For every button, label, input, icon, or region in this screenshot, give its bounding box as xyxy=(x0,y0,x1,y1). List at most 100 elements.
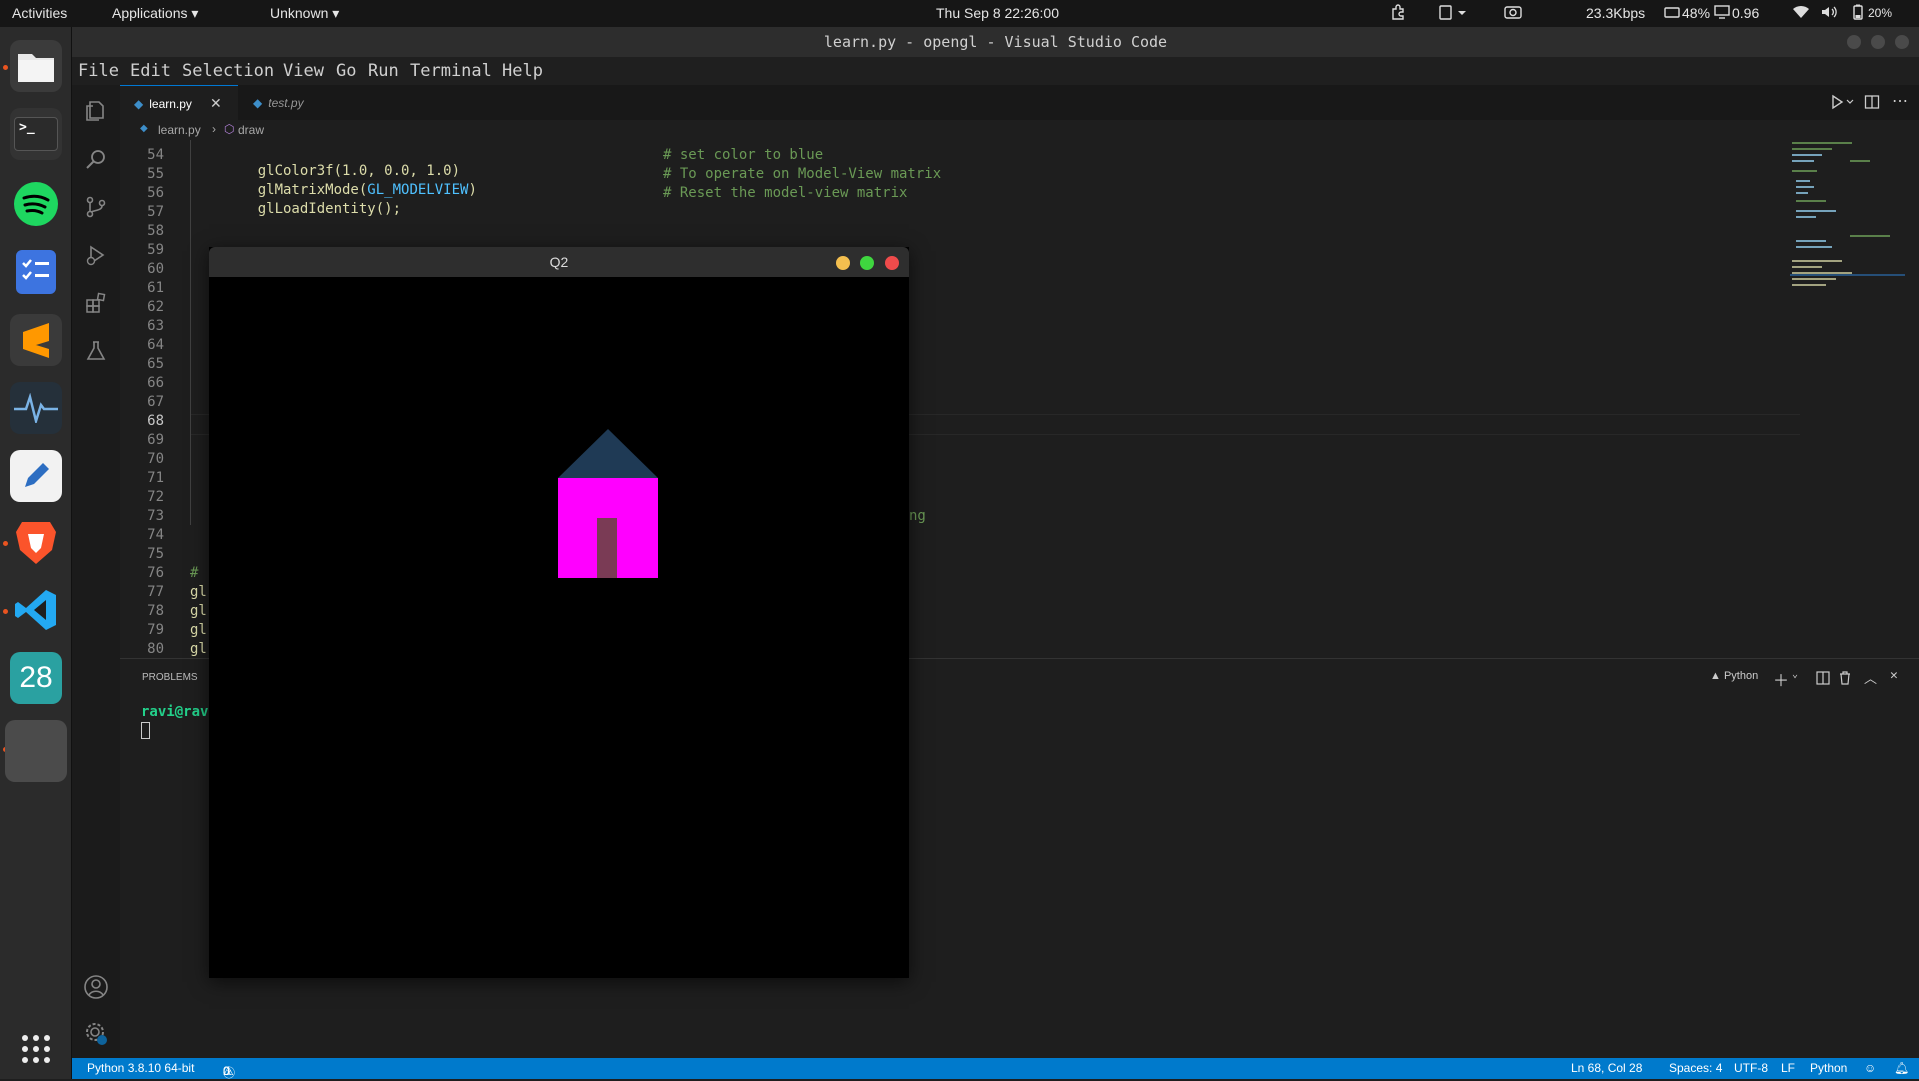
opengl-window[interactable]: Q2 xyxy=(209,247,909,978)
python-shell-icon: ▲ xyxy=(1710,670,1721,682)
line-number: 64 xyxy=(147,337,164,353)
explorer-icon[interactable] xyxy=(82,97,110,125)
maximize-panel-icon[interactable]: ︿ xyxy=(1864,668,1877,687)
clock[interactable]: Thu Sep 8 22:26:00 xyxy=(936,5,1059,21)
opengl-window-titlebar[interactable]: Q2 xyxy=(209,247,909,277)
sublime-text-app-icon[interactable] xyxy=(10,314,62,366)
close-panel-icon[interactable]: ✕ xyxy=(1890,668,1898,683)
python-interpreter[interactable]: Python 3.8.10 64-bit xyxy=(87,1061,194,1075)
new-terminal-icon[interactable]: ＋ xyxy=(1773,667,1789,691)
source-control-icon[interactable] xyxy=(82,193,110,221)
search-icon[interactable] xyxy=(82,145,110,173)
language-mode[interactable]: Python xyxy=(1810,1061,1847,1075)
cursor-position[interactable]: Ln 68, Col 28 xyxy=(1571,1061,1642,1075)
line-number: 73 xyxy=(147,508,164,524)
run-debug-icon[interactable] xyxy=(82,241,110,269)
breadcrumb-file[interactable]: learn.py xyxy=(158,123,201,137)
line-number: 74 xyxy=(147,527,164,543)
close-button[interactable] xyxy=(1895,35,1909,49)
window-title: learn.py - opengl - Visual Studio Code xyxy=(823,33,1168,51)
applications-menu[interactable]: Applications ▾ xyxy=(112,5,198,22)
end-of-line[interactable]: LF xyxy=(1781,1061,1795,1075)
activities-button[interactable]: Activities xyxy=(12,5,67,21)
chevron-right-icon: › xyxy=(212,122,216,136)
file-encoding[interactable]: UTF-8 xyxy=(1734,1061,1768,1075)
close-button[interactable] xyxy=(885,256,899,270)
chevron-down-icon[interactable]: ⌄ xyxy=(1792,669,1798,680)
menu-edit[interactable]: Edit xyxy=(130,61,171,81)
tasks-app-icon[interactable] xyxy=(10,246,62,298)
terminal-app-icon[interactable]: >_ xyxy=(10,108,62,160)
line-number: 71 xyxy=(147,470,164,486)
run-python-file-icon[interactable] xyxy=(1830,94,1856,113)
feedback-icon[interactable]: ☺ xyxy=(1864,1061,1876,1075)
volume-icon[interactable] xyxy=(1820,4,1838,23)
line-number: 76 xyxy=(147,565,164,581)
terminal-cursor xyxy=(141,722,150,739)
account-icon[interactable] xyxy=(82,973,110,1001)
menu-terminal[interactable]: Terminal xyxy=(410,61,492,81)
tab-label: learn.py xyxy=(149,96,192,111)
split-terminal-icon[interactable] xyxy=(1816,670,1830,689)
calendar-app-icon[interactable]: 28 xyxy=(10,652,62,704)
vscode-app-icon[interactable] xyxy=(10,584,62,636)
code-fragment: # xyxy=(190,565,207,581)
tab-test-py[interactable]: ◆ test.py xyxy=(239,85,357,120)
line-number: 58 xyxy=(147,223,164,239)
window-title-bar[interactable]: learn.py - opengl - Visual Studio Code xyxy=(72,27,1919,57)
terminal-shell-selector[interactable]: ▲ Python xyxy=(1710,670,1758,682)
maximize-button[interactable] xyxy=(1871,35,1885,49)
more-actions-icon[interactable]: ⋯ xyxy=(1892,91,1908,111)
clipboard-icon[interactable] xyxy=(1438,4,1468,23)
panel-tab-problems[interactable]: PROBLEMS xyxy=(142,672,198,683)
menu-view[interactable]: View xyxy=(283,61,324,81)
code-text: glLoadIdentity(); xyxy=(257,201,402,217)
extensions-icon[interactable] xyxy=(82,289,110,317)
line-number: 75 xyxy=(147,546,164,562)
warning-count: 0 xyxy=(223,1064,230,1078)
minimap[interactable] xyxy=(1790,140,1905,320)
menu-file[interactable]: File xyxy=(78,61,119,81)
code-fragment: gl xyxy=(190,641,207,657)
menu-help[interactable]: Help xyxy=(502,61,543,81)
indentation[interactable]: Spaces: 4 xyxy=(1669,1061,1722,1075)
battery-icon[interactable] xyxy=(1852,4,1864,23)
menu-run[interactable]: Run xyxy=(368,61,399,81)
menu-bar: File Edit Selection View Go Run Terminal… xyxy=(72,57,1919,85)
show-applications-icon[interactable] xyxy=(10,1023,62,1075)
trash-icon[interactable] xyxy=(1838,670,1852,689)
tab-learn-py[interactable]: ◆ learn.py ✕ xyxy=(120,85,238,121)
monitor-icon xyxy=(1714,4,1730,23)
line-number: 79 xyxy=(147,622,164,638)
files-app-icon[interactable] xyxy=(10,40,62,92)
minimize-button[interactable] xyxy=(836,256,850,270)
menu-go[interactable]: Go xyxy=(336,61,356,81)
code-comment: # set color to blue xyxy=(663,147,824,163)
split-editor-icon[interactable] xyxy=(1864,94,1880,113)
settings-gear-icon[interactable] xyxy=(82,1019,110,1047)
terminal-label: >_ xyxy=(14,117,58,151)
spotify-app-icon[interactable] xyxy=(10,178,62,230)
brave-browser-app-icon[interactable] xyxy=(10,516,62,568)
screenshot-icon[interactable] xyxy=(1504,4,1522,23)
line-number: 61 xyxy=(147,280,164,296)
wifi-icon[interactable] xyxy=(1792,4,1810,23)
menu-selection[interactable]: Selection xyxy=(182,61,274,81)
line-number: 67 xyxy=(147,394,164,410)
notifications-bell-icon[interactable]: 🔔︎ xyxy=(1894,1061,1909,1075)
cpu-usage: 48% xyxy=(1682,5,1711,21)
puzzle-icon[interactable] xyxy=(1390,4,1406,23)
line-number: 60 xyxy=(147,261,164,277)
breadcrumb-symbol[interactable]: draw xyxy=(238,123,264,137)
workspace-menu[interactable]: Unknown ▾ xyxy=(270,5,339,22)
python-window-app-icon[interactable] xyxy=(5,720,67,782)
code-fragment: ng xyxy=(909,508,926,524)
testing-flask-icon[interactable] xyxy=(82,337,110,365)
text-editor-app-icon[interactable] xyxy=(10,450,62,502)
system-monitor-app-icon[interactable] xyxy=(10,382,62,434)
tab-close-icon[interactable]: ✕ xyxy=(210,95,222,112)
maximize-button[interactable] xyxy=(860,256,874,270)
minimize-button[interactable] xyxy=(1847,35,1861,49)
dock: >_ 28 xyxy=(0,27,72,1079)
line-number: 72 xyxy=(147,489,164,505)
